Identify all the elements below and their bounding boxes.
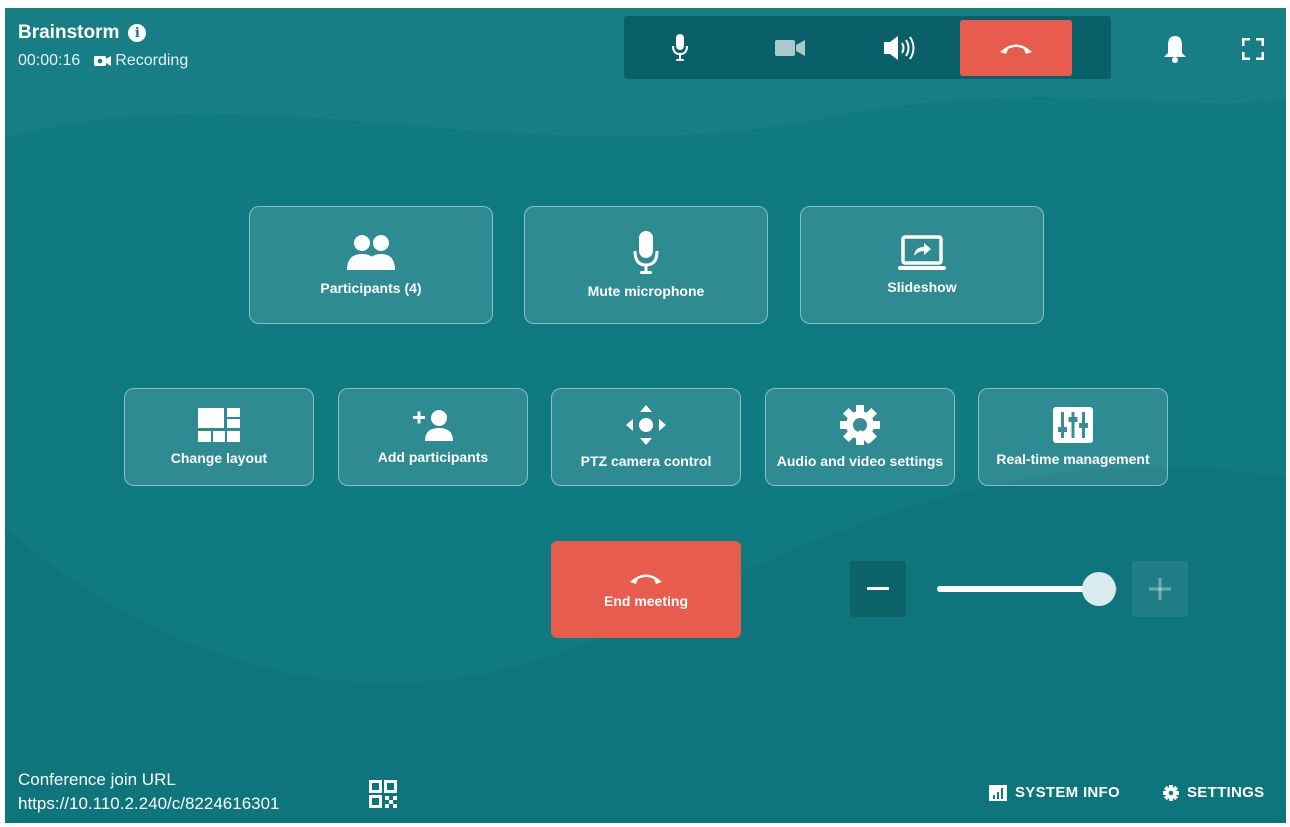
volume-slider[interactable] [937, 572, 1117, 606]
real-time-management-button[interactable]: Real-time management [978, 388, 1168, 486]
camera-icon [775, 39, 805, 56]
volume-up-button[interactable] [1132, 561, 1188, 617]
mute-microphone-label: Mute microphone [587, 283, 705, 299]
slideshow-icon [898, 235, 946, 270]
call-toolbar [624, 16, 1111, 79]
notifications-button[interactable] [1162, 34, 1188, 69]
fullscreen-icon [1241, 37, 1265, 61]
recording-indicator: Recording [94, 52, 188, 70]
hang-up-icon [1000, 44, 1032, 54]
end-meeting-button[interactable]: End meeting [551, 541, 741, 638]
audio-video-settings-button[interactable]: Audio and video settings [765, 388, 955, 486]
layout-icon [198, 408, 240, 442]
meeting-title: Brainstorm i [18, 22, 147, 44]
slideshow-button[interactable]: Slideshow [800, 206, 1044, 324]
settings-button[interactable]: SETTINGS [1163, 784, 1264, 801]
audio-video-settings-label: Audio and video settings [776, 453, 944, 469]
meeting-name: Brainstorm [18, 22, 120, 43]
info-icon[interactable]: i [128, 24, 147, 42]
system-info-label: SYSTEM INFO [1015, 784, 1120, 801]
join-url-label: Conference join URL [18, 770, 176, 789]
record-camera-icon [94, 56, 112, 66]
system-info-button[interactable]: SYSTEM INFO [989, 784, 1120, 801]
toolbar-hang-up-button[interactable] [960, 19, 1072, 76]
bell-icon [1164, 36, 1186, 63]
add-participants-label: Add participants [377, 449, 489, 465]
mute-microphone-button[interactable]: Mute microphone [524, 206, 768, 324]
volume-down-button[interactable] [850, 561, 906, 617]
recording-label: Recording [115, 52, 189, 69]
real-time-management-label: Real-time management [996, 451, 1150, 467]
signal-chart-icon [989, 784, 1007, 801]
participants-button[interactable]: Participants (4) [249, 206, 493, 324]
change-layout-button[interactable]: Change layout [124, 388, 314, 486]
qr-code-icon [369, 780, 397, 808]
gear-wrench-icon [840, 405, 880, 445]
fullscreen-button[interactable] [1241, 37, 1265, 65]
ptz-arrows-icon [626, 405, 666, 445]
participants-label: Participants (4) [320, 280, 422, 296]
conference-screen: Brainstorm i 00:00:16 Recording Particip… [5, 8, 1286, 823]
join-url: https://10.110.2.240/c/8224616301 [18, 794, 280, 813]
toolbar-microphone-button[interactable] [626, 20, 734, 76]
equalizer-icon [1053, 407, 1093, 443]
microphone-icon [672, 33, 688, 61]
slideshow-label: Slideshow [887, 279, 957, 295]
ptz-camera-control-button[interactable]: PTZ camera control [551, 388, 741, 486]
add-user-icon [413, 410, 453, 441]
volume-handle[interactable] [1082, 572, 1116, 606]
toolbar-speaker-button[interactable] [846, 20, 954, 76]
plus-icon [1149, 578, 1171, 600]
elapsed-time: 00:00:16 [18, 52, 81, 69]
minus-icon [867, 587, 889, 590]
ptz-camera-control-label: PTZ camera control [580, 453, 712, 469]
settings-label: SETTINGS [1187, 784, 1265, 801]
end-meeting-label: End meeting [603, 592, 688, 609]
hang-up-icon [630, 574, 662, 584]
microphone-icon [633, 231, 659, 274]
add-participants-button[interactable]: Add participants [338, 388, 528, 486]
participants-icon [347, 235, 395, 270]
speaker-icon [884, 35, 915, 60]
gear-icon [1163, 784, 1179, 801]
meeting-status: 00:00:16 Recording [18, 52, 188, 70]
qr-code-button[interactable] [369, 780, 397, 813]
volume-fill [937, 586, 1099, 592]
change-layout-label: Change layout [170, 450, 268, 466]
toolbar-camera-button[interactable] [736, 20, 844, 76]
